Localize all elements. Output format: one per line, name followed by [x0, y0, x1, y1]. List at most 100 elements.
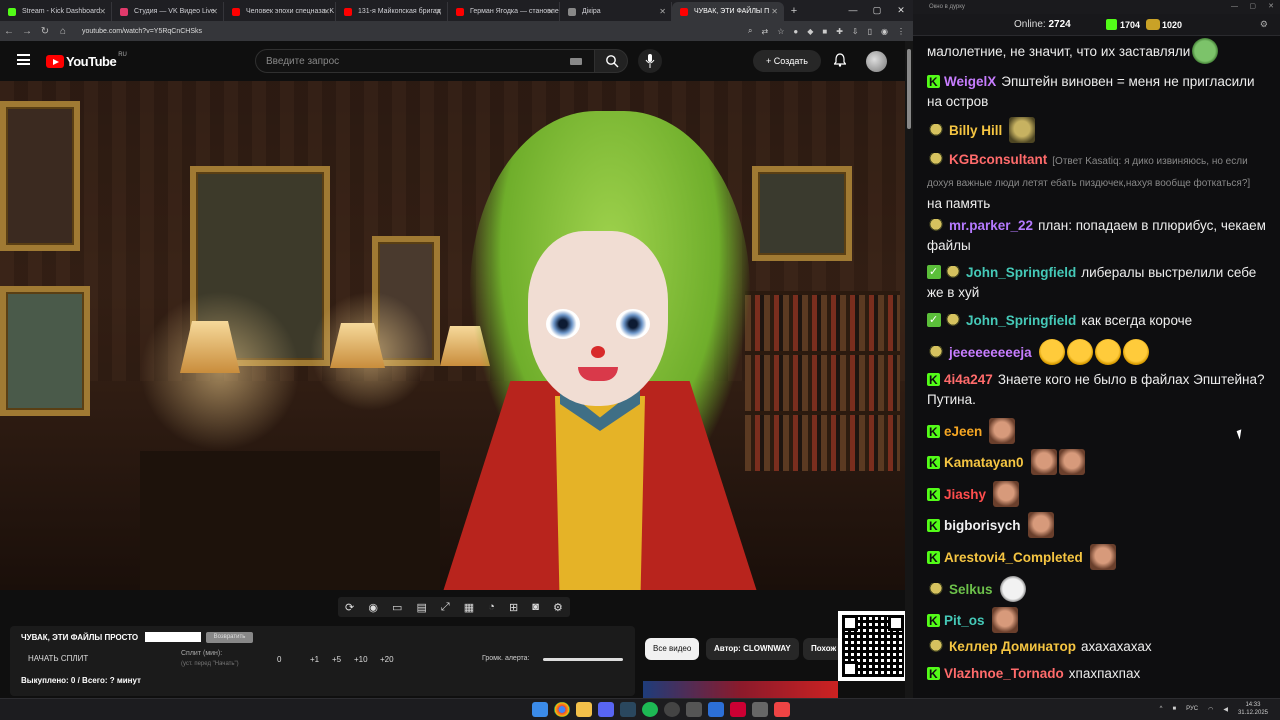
broadcast-icon[interactable]: ◉: [368, 601, 378, 614]
expand-icon[interactable]: ⤢: [441, 601, 450, 614]
browser-tab[interactable]: Студия — VK Видео Live ✕: [112, 2, 224, 21]
steam-icon[interactable]: [620, 702, 636, 717]
chat-username[interactable]: bigborisych: [944, 518, 1021, 533]
settings-icon[interactable]: ⚙: [553, 601, 563, 614]
chat-settings-icon[interactable]: ⚙: [1260, 19, 1268, 30]
chat-username[interactable]: Arestovi4_Completed: [944, 550, 1083, 565]
discord-icon[interactable]: [598, 702, 614, 717]
add-frame-icon[interactable]: ⊞: [509, 601, 518, 614]
alert-volume-slider[interactable]: [543, 658, 623, 661]
reload-icon[interactable]: ↻: [36, 26, 54, 37]
page-scrollbar[interactable]: [905, 41, 913, 698]
video-thumbnail[interactable]: [643, 681, 838, 698]
browser-tab[interactable]: Герман Ягодка — становле ✕: [448, 2, 560, 21]
start-icon[interactable]: [532, 702, 548, 717]
scrollbar-thumb[interactable]: [907, 49, 911, 129]
increment-button[interactable]: +5: [332, 655, 341, 664]
increment-button[interactable]: +20: [380, 655, 394, 664]
chat-username[interactable]: jeeeeeeeeeja: [949, 345, 1032, 360]
chat-scrollbar[interactable]: [1271, 40, 1277, 690]
menu-dots-icon[interactable]: ⋮: [897, 27, 905, 36]
notifications-bell-icon[interactable]: [834, 53, 846, 67]
chat-username[interactable]: eJeen: [944, 424, 982, 439]
tab-close-icon[interactable]: ✕: [771, 2, 778, 21]
tray-chevron-icon[interactable]: ^: [1160, 706, 1163, 712]
maximize-icon[interactable]: ▢: [1249, 0, 1256, 14]
chat-username[interactable]: Kamatayan0: [944, 455, 1024, 470]
volume-icon[interactable]: ◀: [1223, 706, 1228, 713]
restore-button[interactable]: Возвратить: [206, 632, 253, 643]
tab-close-icon[interactable]: ✕: [435, 2, 442, 21]
chat-username[interactable]: John_Springfield: [966, 313, 1076, 328]
app-icon[interactable]: [686, 702, 702, 717]
download-icon[interactable]: ⇩: [852, 27, 859, 36]
bookmark-icon[interactable]: ☆: [777, 27, 784, 36]
browser-tab[interactable]: 131-я Майкопская бригад ✕: [336, 2, 448, 21]
voice-search-button[interactable]: [638, 49, 662, 73]
chip-similar[interactable]: Похож: [803, 638, 843, 660]
minimize-icon[interactable]: —: [841, 0, 865, 21]
filmstrip-icon[interactable]: ▦: [464, 601, 474, 614]
tab-close-icon[interactable]: ✕: [323, 2, 330, 21]
tab-close-icon[interactable]: ✕: [99, 2, 106, 21]
chat-username[interactable]: Келлер Доминатор: [949, 639, 1076, 654]
app-icon[interactable]: [730, 702, 746, 717]
close-icon[interactable]: ✕: [1268, 0, 1274, 14]
search-page-icon[interactable]: ⌕: [748, 26, 752, 36]
puzzle-icon[interactable]: ✚: [836, 27, 843, 36]
chip-author[interactable]: Автор: CLOWNWAY: [706, 638, 799, 660]
chat-username[interactable]: KGBconsultant: [949, 152, 1047, 167]
extension-icon[interactable]: ■: [822, 27, 827, 36]
tab-close-icon[interactable]: ✕: [659, 2, 666, 21]
url-field[interactable]: youtube.com/watch?v=Y5RqCnCHSks: [82, 28, 202, 35]
language-indicator[interactable]: РУС: [1186, 706, 1198, 712]
browser-tab[interactable]: Человек эпохи спецназа. K ✕: [224, 2, 336, 21]
chat-username[interactable]: John_Springfield: [966, 265, 1076, 280]
camera-icon[interactable]: ◙: [532, 601, 539, 613]
chrome-icon[interactable]: [554, 702, 570, 717]
chat-username[interactable]: mr.parker_22: [949, 218, 1033, 233]
browser-tab[interactable]: ЧУВАК, ЭТИ ФАЙЛЫ П ✕: [672, 2, 784, 21]
start-split-button[interactable]: НАЧАТЬ СПЛИТ: [28, 654, 88, 663]
chat-username[interactable]: Vlazhnoe_Tornado: [944, 666, 1064, 681]
chat-username[interactable]: Selkus: [949, 582, 993, 597]
profile-icon[interactable]: ◉: [881, 27, 888, 36]
extension-icon[interactable]: ◆: [807, 27, 813, 36]
maximize-icon[interactable]: ▢: [865, 0, 889, 21]
video-player[interactable]: [0, 81, 905, 590]
youtube-logo[interactable]: YouTube RU: [46, 52, 127, 69]
chat-username[interactable]: WeigelX: [944, 74, 996, 89]
extension-icon[interactable]: ●: [793, 27, 798, 36]
app-icon[interactable]: [774, 702, 790, 717]
minimize-icon[interactable]: —: [1231, 0, 1238, 14]
split-minutes-value[interactable]: 0: [277, 655, 281, 664]
chat-username[interactable]: 4i4a247: [944, 372, 993, 387]
app-icon[interactable]: [708, 702, 724, 717]
obs-icon[interactable]: [664, 702, 680, 717]
explorer-icon[interactable]: [576, 702, 592, 717]
keyboard-icon[interactable]: [570, 58, 582, 65]
clock[interactable]: 14:33 31.12.2025: [1238, 701, 1268, 717]
film-icon[interactable]: ▤: [416, 601, 426, 614]
back-icon[interactable]: ←: [0, 26, 18, 37]
tab-close-icon[interactable]: ✕: [547, 2, 554, 21]
chat-username[interactable]: Billy Hill: [949, 123, 1002, 138]
forward-icon[interactable]: →: [18, 26, 36, 37]
search-button[interactable]: [594, 49, 628, 73]
spotify-icon[interactable]: [642, 702, 658, 717]
account-avatar[interactable]: [866, 51, 887, 72]
repeat-icon[interactable]: ⟳: [345, 601, 354, 614]
chat-username[interactable]: Jiashy: [944, 487, 986, 502]
tab-close-icon[interactable]: ✕: [211, 2, 218, 21]
increment-button[interactable]: +1: [310, 655, 319, 664]
split-title-input[interactable]: [145, 632, 201, 642]
tray-app-icon[interactable]: ■: [1172, 706, 1176, 712]
close-icon[interactable]: ✕: [889, 0, 913, 21]
translate-icon[interactable]: ⇄: [761, 27, 768, 36]
new-tab-button[interactable]: +: [784, 2, 804, 21]
wifi-icon[interactable]: ◠: [1208, 706, 1213, 713]
increment-button[interactable]: +10: [354, 655, 368, 664]
chat-username[interactable]: Pit_os: [944, 613, 985, 628]
search-input[interactable]: [256, 50, 556, 72]
browser-tab[interactable]: Stream - Kick Dashboard ✕: [0, 2, 112, 21]
